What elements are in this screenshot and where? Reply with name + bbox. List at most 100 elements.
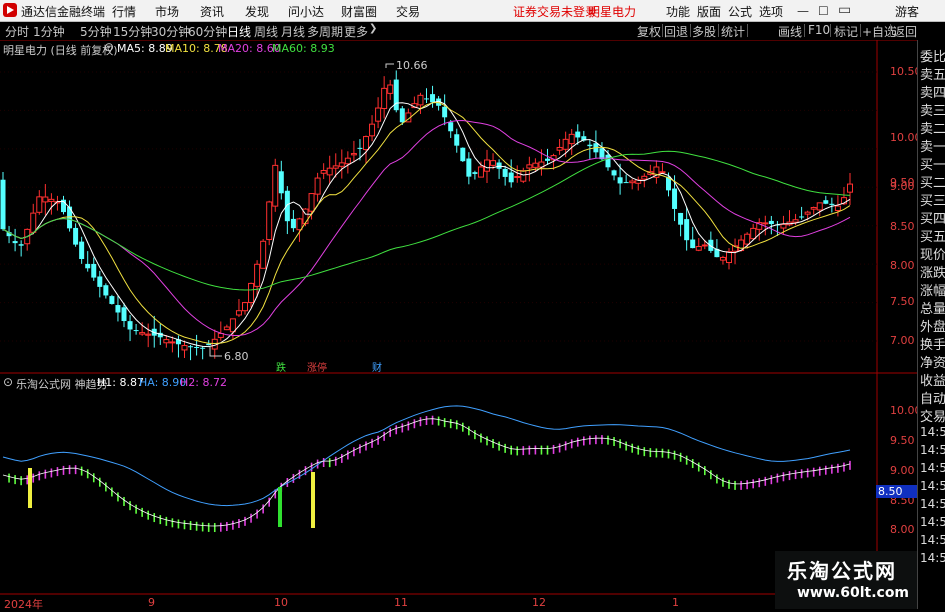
tab-daily[interactable]: 日线 xyxy=(227,23,251,40)
candle-body xyxy=(103,285,109,296)
candle-body xyxy=(121,307,127,322)
quote-panel: 委比 卖五 卖四 卖三 卖二 卖一 买一 买二 买三 买四 买五 现价 涨跌 涨… xyxy=(917,40,945,609)
tab-1min[interactable]: 1分钟 xyxy=(33,23,65,40)
menu-jiaoyi[interactable]: 交易 xyxy=(396,3,420,20)
more-icon[interactable]: ▭ xyxy=(838,2,851,18)
candle-body xyxy=(42,196,49,203)
menu-gongneng[interactable]: 功能 xyxy=(666,3,690,20)
candle-body xyxy=(701,244,708,247)
more-dropdown-icon[interactable]: ❯ xyxy=(369,23,377,34)
tab-5min[interactable]: 5分钟 xyxy=(80,23,112,40)
draw-button[interactable]: 画线 xyxy=(778,23,802,40)
menu-hangqing[interactable]: 行情 xyxy=(112,3,136,20)
guest-label[interactable]: 游客 xyxy=(895,3,919,20)
menu-wenxiaoda[interactable]: 问小达 xyxy=(288,3,324,20)
quote-item: 买五 xyxy=(920,230,945,245)
stock-title: 明星电力 xyxy=(588,5,637,19)
menu-faxian[interactable]: 发现 xyxy=(245,3,269,20)
candle-body xyxy=(762,222,769,225)
candle-body xyxy=(73,227,79,245)
grid-lines xyxy=(0,71,877,342)
menu-xuanxiang[interactable]: 选项 xyxy=(759,3,783,20)
watermark-title: 乐淘公式网 xyxy=(787,559,897,583)
toolbar-divider xyxy=(860,24,861,37)
tab-monthly[interactable]: 月线 xyxy=(281,23,305,40)
back-button[interactable]: 回退 xyxy=(664,23,688,40)
mark-zhangting: 涨停 xyxy=(307,363,327,374)
menu-shichang[interactable]: 市场 xyxy=(155,3,179,20)
candle-body xyxy=(672,188,678,209)
candle-body xyxy=(490,160,497,166)
trend-indicator xyxy=(2,405,851,533)
quote-item: 买四 xyxy=(920,212,945,227)
candle-body xyxy=(678,212,684,225)
candle-body xyxy=(708,239,714,251)
quote-item: 买三 xyxy=(920,194,945,209)
fuquan-button[interactable]: 复权 xyxy=(637,23,661,40)
menu-zixun[interactable]: 资讯 xyxy=(200,3,224,20)
candle-body xyxy=(587,144,593,147)
candlesticks[interactable] xyxy=(0,70,853,361)
tab-multi-period[interactable]: 多周期 xyxy=(307,23,343,40)
chart-settings-icon[interactable]: ⊙ xyxy=(104,40,114,54)
x-tick: 11 xyxy=(394,596,408,609)
candle-body xyxy=(623,182,629,184)
candle-body xyxy=(181,345,188,351)
title-bar: 通达信金融终端 行情 市场 资讯 发现 问小达 财富圈 交易 证券交易未登录 明… xyxy=(0,0,945,22)
tab-30min[interactable]: 30分钟 xyxy=(151,23,190,40)
candle-body xyxy=(448,122,454,132)
candle-body xyxy=(545,158,550,161)
maximize-icon[interactable]: ☐ xyxy=(818,4,829,18)
candle-body xyxy=(223,326,230,331)
login-status[interactable]: 证券交易未登录 xyxy=(513,3,597,20)
kline-chart[interactable] xyxy=(0,40,917,609)
candle-body xyxy=(605,154,611,168)
x-tick: 2024年 xyxy=(4,598,43,611)
candle-body xyxy=(611,170,617,176)
signal-bar-green xyxy=(278,487,282,527)
candle-body xyxy=(284,190,290,222)
candle-body xyxy=(508,172,514,183)
candle-body xyxy=(792,219,799,223)
candle-body xyxy=(332,165,339,169)
candle-body xyxy=(314,177,321,195)
candle-body xyxy=(163,339,170,344)
f10-button[interactable]: F10 xyxy=(808,23,830,37)
candle-body xyxy=(235,310,242,316)
tab-more[interactable]: 更多 xyxy=(344,23,368,40)
chart-border xyxy=(0,40,917,609)
mark-button[interactable]: 标记 xyxy=(834,23,858,40)
quote-item: 委比 xyxy=(920,50,945,65)
sub-settings-icon[interactable]: ⊙ xyxy=(3,375,13,389)
candle-body xyxy=(91,263,97,278)
watermark-url: www.60lt.com xyxy=(797,585,910,601)
candle-body xyxy=(12,241,18,244)
candle-body xyxy=(695,246,702,251)
candle-body xyxy=(320,170,327,174)
watermark: 乐淘公式网 www.60lt.com xyxy=(775,551,917,609)
menu-banmian[interactable]: 版面 xyxy=(697,3,721,20)
menu-caifuquan[interactable]: 财富圈 xyxy=(341,3,377,20)
quote-item: 买一 xyxy=(920,158,945,173)
candle-body xyxy=(750,227,757,240)
ma60-label: MA60: 8.93 xyxy=(272,42,335,55)
return-button[interactable]: 返回 xyxy=(893,23,917,40)
h2-label: H2: 8.72 xyxy=(180,376,227,389)
candle-body xyxy=(514,175,521,178)
tab-weekly[interactable]: 周线 xyxy=(254,23,278,40)
candle-body xyxy=(79,241,85,259)
toolbar-divider xyxy=(662,24,663,37)
candle-body xyxy=(556,146,563,151)
multi-stock-button[interactable]: 多股 xyxy=(692,23,716,40)
tab-60min[interactable]: 60分钟 xyxy=(188,23,227,40)
tab-fenshi[interactable]: 分时 xyxy=(5,23,29,40)
auto-trade-tab[interactable]: 自动 xyxy=(920,388,945,407)
minimize-icon[interactable]: — xyxy=(797,4,809,18)
menu-gongshi[interactable]: 公式 xyxy=(728,3,752,20)
stats-button[interactable]: 统计 xyxy=(721,23,745,40)
candle-body xyxy=(526,164,533,169)
signal-bar-yellow xyxy=(28,468,32,508)
tab-15min[interactable]: 15分钟 xyxy=(113,23,152,40)
quote-item: 涨幅 xyxy=(920,284,945,299)
trade-tab[interactable]: 交易 xyxy=(920,406,945,425)
